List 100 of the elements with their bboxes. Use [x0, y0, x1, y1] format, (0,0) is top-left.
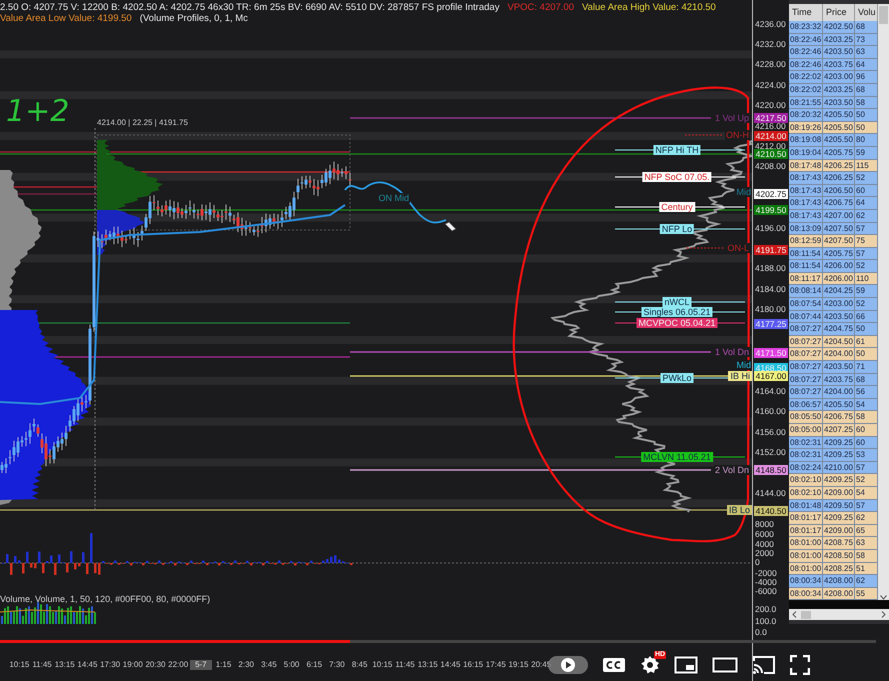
- table-cell: 4207.00: [823, 210, 855, 222]
- table-cell: 08:07:27: [789, 323, 823, 336]
- table-cell: 63: [855, 537, 878, 550]
- table-cell: 53: [855, 449, 878, 462]
- axis-label: 4180.00: [755, 305, 786, 314]
- axis-label: -6000: [755, 586, 777, 596]
- column-header[interactable]: Price: [823, 4, 855, 21]
- table-cell: 4204.00: [823, 386, 855, 399]
- table-cell: 4203.50: [823, 310, 855, 324]
- table-cell: 54: [855, 398, 878, 412]
- price-tag: 4199.50: [754, 205, 788, 216]
- table-cell: 08:20:32: [789, 109, 823, 122]
- table-cell: 50: [855, 348, 878, 362]
- table-cell: 08:01:00: [789, 562, 823, 576]
- table-cell: 08:22:02: [789, 71, 823, 84]
- price-tag: 4214.00: [754, 131, 788, 142]
- table-cell: 4203.75: [823, 58, 855, 72]
- header-text: Value Area Low Value: 4199.50: [0, 13, 132, 24]
- level-label: 1 Vol Dn: [714, 347, 750, 357]
- axis-label: 13:15: [416, 660, 439, 670]
- table-cell: 08:22:46: [789, 58, 823, 72]
- table-cell: 4207.50: [823, 222, 855, 236]
- table-cell: 08:00:34: [789, 588, 823, 600]
- price-tag: 4191.75: [754, 244, 788, 255]
- axis-label: 3:45: [260, 660, 278, 670]
- table-cell: 59: [855, 146, 878, 160]
- table-cell: 4207.25: [823, 424, 855, 437]
- header-text: VPOC: 4207.00: [507, 2, 574, 13]
- table-cell: 08:00:34: [789, 575, 823, 588]
- table-cell: 08:13:09: [789, 222, 823, 236]
- table-cell: 08:19:26: [789, 122, 823, 134]
- table-cell: 08:07:27: [789, 348, 823, 362]
- header-text: (Volume Profiles, 0, 1, Mc: [140, 13, 248, 24]
- table-cell: 08:01:17: [789, 524, 823, 538]
- price-tag: 4202.75: [754, 188, 788, 199]
- table-cell: 4206.25: [823, 160, 855, 172]
- axis-label: 4228.00: [755, 60, 786, 70]
- table-cell: 57: [855, 248, 878, 260]
- axis-label: 19:15: [507, 660, 530, 670]
- table-cell: 50: [855, 122, 878, 134]
- level-label: Mid: [735, 360, 752, 370]
- level-label: NFP Hi TH: [653, 145, 701, 155]
- axis-label: 4184.00: [755, 284, 786, 294]
- header-text: Value Area High Value: 4210.50: [582, 2, 716, 13]
- level-label: MCVPOC 05.04.21: [636, 318, 718, 328]
- axis-label: 1:15: [214, 660, 232, 670]
- table-cell: 62: [855, 575, 878, 588]
- axis-label: 100.0: [755, 616, 776, 626]
- table-cell: 62: [855, 512, 878, 525]
- table-cell: 58: [855, 96, 878, 110]
- table-cell: 4203.00: [823, 298, 855, 311]
- axis-label: 4212.00: [755, 142, 786, 151]
- table-cell: 4208.50: [823, 550, 855, 563]
- axis-label: 6:15: [305, 660, 324, 670]
- table-cell: 4204.50: [823, 336, 855, 348]
- table-cell: 57: [855, 222, 878, 236]
- table-cell: 68: [855, 21, 878, 34]
- axis-label: 6000: [755, 530, 774, 538]
- table-cell: 68: [855, 374, 878, 386]
- table-cell: 63: [855, 46, 878, 59]
- axis-label: 10:15: [8, 660, 30, 670]
- axis-label: 14:45: [439, 660, 462, 670]
- table-cell: 4209.00: [823, 524, 855, 538]
- table-cell: 08:17:48: [789, 160, 823, 172]
- level-label: Singles 06.05.21: [641, 307, 713, 317]
- table-cell: 66: [855, 310, 878, 324]
- table-cell: 50: [855, 323, 878, 336]
- price-tag: 4167.00: [754, 370, 788, 381]
- column-header[interactable]: Time: [789, 4, 823, 21]
- table-cell: 60: [855, 184, 878, 198]
- table-cell: 65: [855, 524, 878, 538]
- axis-label: 14:45: [76, 660, 98, 670]
- axis-label: 10:15: [371, 660, 394, 670]
- axis-label: 16:15: [462, 660, 484, 670]
- level-label: ON-H: [725, 130, 750, 140]
- table-cell: 08:22:02: [789, 84, 823, 97]
- table-cell: 08:17:43: [789, 184, 823, 198]
- table-cell: 4206.50: [823, 184, 855, 198]
- table-cell: 08:02:31: [789, 449, 823, 462]
- table-cell: 68: [855, 84, 878, 97]
- table-cell: 4208.00: [823, 588, 855, 600]
- level-label: NFP Lo: [660, 224, 694, 234]
- table-cell: 59: [855, 285, 878, 298]
- table-cell: 55: [855, 588, 878, 600]
- axis-label: 19:00: [122, 660, 144, 670]
- table-cell: 110: [855, 272, 878, 286]
- table-cell: 4207.50: [823, 235, 855, 248]
- table-cell: 08:07:44: [789, 310, 823, 324]
- table-cell: 4203.00: [823, 71, 855, 84]
- column-header[interactable]: Volu: [855, 4, 878, 21]
- table-cell: 08:23:32: [789, 21, 823, 34]
- level-label: ON-L: [726, 243, 750, 253]
- axis-label: 2000: [755, 548, 774, 558]
- table-cell: 08:01:17: [789, 512, 823, 525]
- axis-label: 0: [755, 558, 760, 566]
- table-cell: 62: [855, 210, 878, 222]
- axis-label: 17:30: [99, 660, 122, 670]
- table-cell: 52: [855, 474, 878, 487]
- table-cell: 08:11:17: [789, 272, 823, 286]
- table-cell: 80: [855, 134, 878, 147]
